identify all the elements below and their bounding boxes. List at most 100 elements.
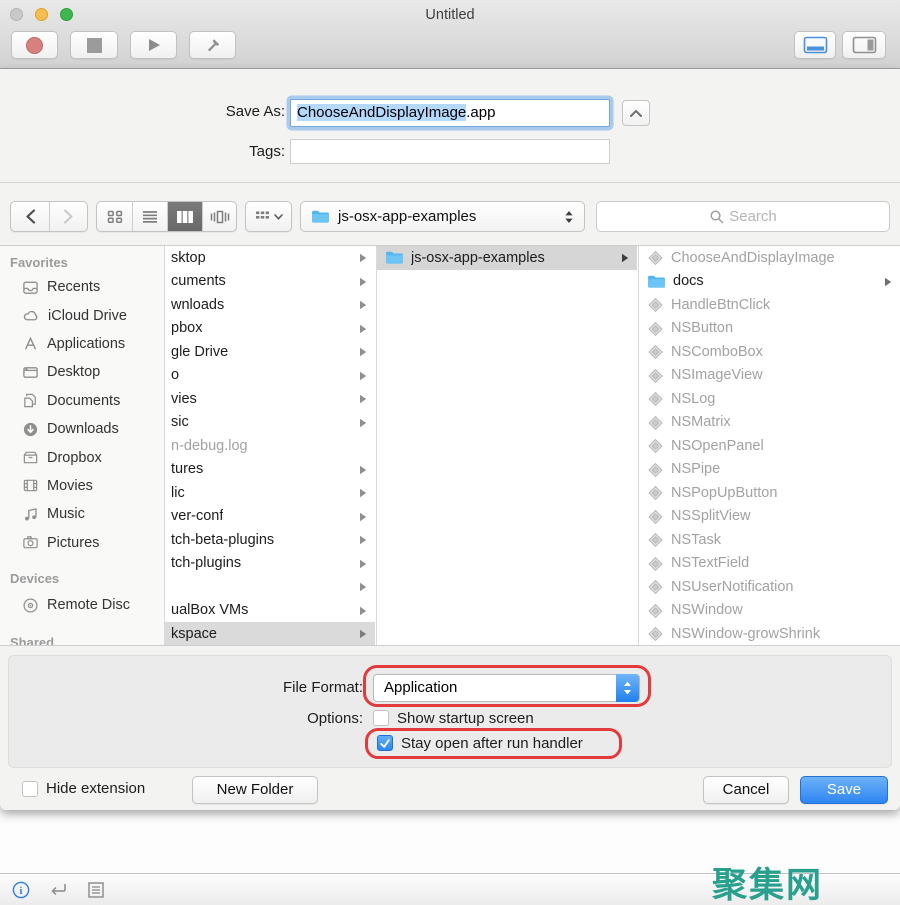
column1-row[interactable]: ver-conf [165,505,375,529]
column-view-icon [176,210,194,224]
cancel-button[interactable]: Cancel [703,776,789,804]
column3-row[interactable]: NSMatrix [639,411,900,435]
column1-row[interactable]: sktop [165,246,375,270]
stop-icon [87,38,102,53]
file-format-popup[interactable]: Application [373,674,640,702]
stay-open-checkbox[interactable] [377,735,393,751]
column1-row[interactable]: wnloads [165,293,375,317]
column1-row[interactable] [165,575,375,599]
disclosure-arrow-icon [359,347,367,357]
app-window: Untitled [0,0,900,905]
column3-row[interactable]: NSSplitView [639,505,900,529]
column3-row[interactable]: NSLog [639,387,900,411]
sidebar-section-shared: Shared [0,619,164,645]
sidebar-item-icloud-drive[interactable]: iCloud Drive [0,301,164,329]
column1-row[interactable]: o [165,364,375,388]
column-view-button[interactable] [167,202,202,231]
popup-updown-icon [564,210,574,224]
collapse-sheet-button[interactable] [622,100,650,126]
column3-row-docs[interactable]: docs [639,270,900,294]
column1-row[interactable]: tures [165,458,375,482]
column3-row[interactable]: NSPopUpButton [639,481,900,505]
sidebar-item-desktop[interactable]: Desktop [0,358,164,386]
sidebar-item-pictures[interactable]: Pictures [0,529,164,557]
stop-button[interactable] [70,31,118,59]
column3-row[interactable]: NSUserNotification [639,575,900,599]
column1-row[interactable]: tch-plugins [165,552,375,576]
back-button[interactable] [11,202,49,231]
disclosure-arrow-icon [359,465,367,475]
column3-row[interactable]: NSWindow-growShrink [639,622,900,645]
column1-row[interactable]: pbox [165,317,375,341]
applications-icon [22,335,39,352]
column1-row[interactable]: ualBox VMs [165,599,375,623]
sidebar-item-dropbox[interactable]: Dropbox [0,443,164,471]
tags-input[interactable] [290,139,610,164]
column3-row[interactable]: NSWindow [639,599,900,623]
show-startup-screen-checkbox[interactable] [373,710,389,726]
column3-row[interactable]: HandleBtnClick [639,293,900,317]
column3-row[interactable]: NSTextField [639,552,900,576]
sidebar-item-downloads[interactable]: Downloads [0,415,164,443]
column3-row[interactable]: ChooseAndDisplayImage [639,246,900,270]
sidebar-item-movies[interactable]: Movies [0,472,164,500]
hide-extension-label: Hide extension [46,780,145,797]
path-popup-button[interactable]: js-osx-app-examples [300,201,585,232]
column1-row-selected[interactable]: kspace [165,622,375,645]
info-icon[interactable]: i [12,881,30,899]
column3-row[interactable]: NSPipe [639,458,900,482]
disclosure-arrow-icon [359,606,367,616]
coverflow-view-button[interactable] [202,202,236,231]
toggle-sidebar-button[interactable] [842,31,886,59]
script-icon [647,249,664,266]
save-button[interactable]: Save [800,776,888,804]
column3-row[interactable]: NSButton [639,317,900,341]
column1-row[interactable]: tch-beta-plugins [165,528,375,552]
sidebar-item-label: iCloud Drive [48,308,127,324]
column1-row[interactable]: lic [165,481,375,505]
column1-row[interactable]: n-debug.log [165,434,375,458]
forward-button[interactable] [49,202,87,231]
sidebar-item-applications[interactable]: Applications [0,330,164,358]
column1-row[interactable]: vies [165,387,375,411]
filename-input[interactable]: ChooseAndDisplayImage.app [290,99,610,127]
return-arrow-icon[interactable] [48,881,69,898]
column1-row[interactable]: cuments [165,270,375,294]
new-folder-button[interactable]: New Folder [192,776,318,804]
chevron-right-icon [63,209,74,224]
compile-button[interactable] [189,31,236,59]
file-browser: Favorites Recents iCloud Drive Applicati… [0,245,900,646]
chevron-down-icon [274,214,283,220]
hide-extension-checkbox[interactable] [22,781,38,797]
sidebar-item-recents[interactable]: Recents [0,273,164,301]
documents-icon [22,392,39,409]
options-label: Options: [200,710,363,727]
arrange-menu-button[interactable] [245,201,292,232]
column3-row[interactable]: NSComboBox [639,340,900,364]
search-input[interactable]: Search [596,201,890,232]
sidebar-item-documents[interactable]: Documents [0,387,164,415]
desktop-icon [22,364,39,381]
toggle-bottom-bar-button[interactable] [794,31,836,59]
column1-row[interactable]: gle Drive [165,340,375,364]
column3-row[interactable]: NSOpenPanel [639,434,900,458]
run-button[interactable] [130,31,177,59]
sidebar-item-remote-disc[interactable]: Shared Remote Disc [0,591,164,619]
sidebar-item-label: Dropbox [47,450,102,466]
column1-row[interactable]: sic [165,411,375,435]
arrange-grid-icon [255,210,270,223]
list-view-button[interactable] [132,202,167,231]
script-icon [647,578,664,595]
sidebar-item-music[interactable]: Music [0,500,164,528]
downloads-icon [22,421,39,438]
script-icon [647,555,664,572]
log-list-icon[interactable] [87,881,105,899]
column3-row[interactable]: NSTask [639,528,900,552]
column2-row-selected[interactable]: js-osx-app-examples [377,246,637,270]
browser-column-1: sktop cuments wnloads pbox gle Drive o v… [165,246,375,645]
record-button[interactable] [11,31,58,59]
column3-row[interactable]: NSImageView [639,364,900,388]
icon-view-button[interactable] [97,202,132,231]
music-icon [22,506,39,523]
show-startup-screen-label: Show startup screen [397,710,534,727]
